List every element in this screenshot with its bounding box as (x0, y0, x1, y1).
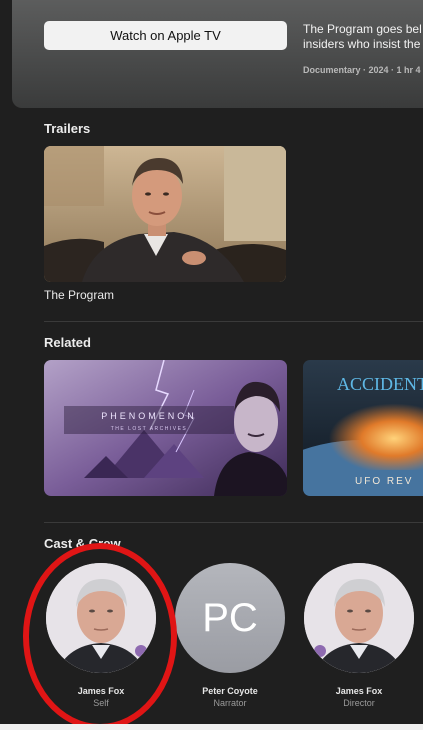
movie-meta: Documentary · 2024 · 1 hr 4 (303, 65, 421, 75)
trailer-title[interactable]: The Program (44, 288, 114, 302)
poster-title-text: ACCIDENT (337, 374, 423, 394)
avatar (304, 563, 414, 673)
cast-name: Peter Coyote (202, 686, 258, 696)
trailer-image (44, 146, 286, 282)
related-poster-accident: ACCIDENT UFO REV (303, 360, 423, 496)
poster-subtitle-text: UFO REV (355, 476, 413, 487)
cast-member-james-fox-director[interactable]: James Fox Director (303, 563, 415, 708)
section-divider (44, 522, 423, 523)
cast-member-peter-coyote[interactable]: PC Peter Coyote Narrator (174, 563, 286, 708)
related-heading: Related (44, 335, 91, 350)
related-card-accident[interactable]: ACCIDENT UFO REV (303, 360, 423, 496)
hero-header (12, 0, 423, 108)
bottom-strip (0, 724, 423, 730)
description-line: insiders who insist the (303, 37, 421, 51)
section-divider (44, 321, 423, 322)
highlight-circle-annotation (23, 543, 177, 730)
watch-on-apple-tv-button[interactable]: Watch on Apple TV (44, 21, 287, 50)
avatar-initials: PC (175, 563, 285, 673)
person-photo (304, 563, 414, 673)
trailers-heading: Trailers (44, 121, 91, 136)
page: Watch on Apple TV The Program goes bel i… (0, 0, 423, 730)
description-line: The Program goes bel (303, 22, 422, 36)
cast-name: James Fox (335, 686, 383, 696)
cast-role: Narrator (213, 698, 247, 708)
related-card-phenomenon[interactable]: PHENOMENON THE LOST ARCHIVES (44, 360, 287, 496)
cast-role: Director (343, 698, 375, 708)
trailer-thumbnail[interactable] (44, 146, 286, 282)
movie-description: The Program goes bel insiders who insist… (303, 22, 423, 52)
related-poster-phenomenon: PHENOMENON THE LOST ARCHIVES (44, 360, 287, 496)
poster-title-text: PHENOMENON (101, 411, 197, 421)
poster-subtitle-text: THE LOST ARCHIVES (111, 426, 188, 432)
